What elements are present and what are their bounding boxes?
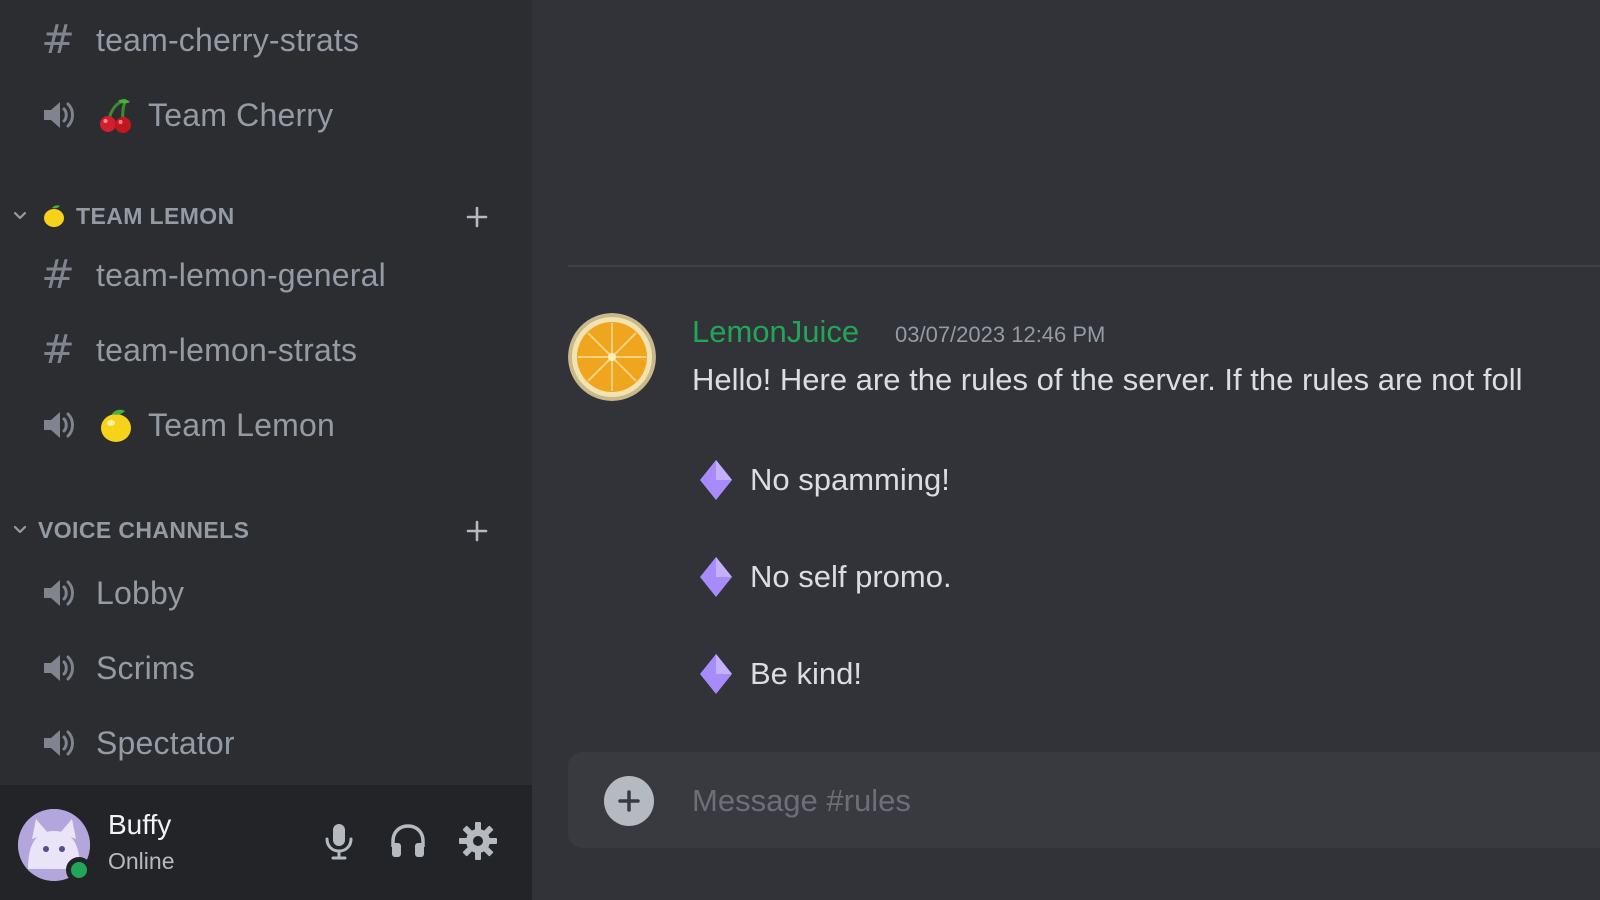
category-label: TEAM LEMON — [76, 202, 235, 229]
purple-diamond-icon — [696, 553, 736, 601]
message-timestamp: 03/07/2023 12:46 PM — [895, 322, 1106, 347]
channel-team-lemon-strats[interactable]: # team-lemon-strats — [8, 318, 520, 382]
text-channel-hash-icon: # — [41, 17, 75, 63]
speaker-icon — [38, 723, 78, 763]
cherries-emoji-icon — [96, 95, 136, 135]
message-text: Hello! Here are the rules of the server.… — [692, 362, 1523, 397]
rule-item: No spamming! — [696, 456, 950, 504]
text-channel-hash-icon: # — [41, 252, 75, 298]
message-author-avatar[interactable] — [568, 313, 656, 401]
message-divider — [568, 265, 1600, 267]
channel-team-lemon-general[interactable]: # team-lemon-general — [8, 243, 520, 307]
chevron-down-icon — [10, 206, 30, 226]
voice-channel-lobby[interactable]: Lobby — [8, 561, 520, 625]
rule-item: No self promo. — [696, 553, 952, 601]
speaker-icon — [38, 648, 78, 688]
category-team-lemon[interactable]: TEAM LEMON — [0, 196, 520, 236]
channel-name: Spectator — [96, 724, 235, 761]
speaker-icon — [38, 573, 78, 613]
purple-diamond-icon — [696, 650, 736, 698]
voice-channel-team-cherry[interactable]: Team Cherry — [8, 83, 520, 147]
rule-text: No self promo. — [750, 559, 952, 594]
speaker-icon — [38, 405, 78, 445]
rule-item: Be kind! — [696, 650, 862, 698]
message-author-name[interactable]: LemonJuice — [692, 314, 859, 350]
channel-name: Lobby — [96, 574, 185, 611]
message-composer — [568, 752, 1600, 848]
purple-diamond-icon — [696, 456, 736, 504]
online-status-dot — [66, 857, 92, 883]
voice-channel-scrims[interactable]: Scrims — [8, 636, 520, 700]
add-channel-plus-icon[interactable] — [462, 202, 492, 232]
microphone-icon[interactable] — [315, 817, 363, 865]
lemon-emoji-icon — [40, 202, 68, 230]
voice-channel-team-lemon[interactable]: Team Lemon — [8, 393, 520, 457]
user-status: Online — [108, 848, 175, 874]
channel-name: team-lemon-strats — [96, 331, 358, 368]
text-channel-hash-icon: # — [41, 327, 75, 373]
message-input[interactable] — [692, 776, 1572, 826]
rule-text: Be kind! — [750, 656, 863, 691]
channel-name: Team Lemon — [148, 406, 335, 443]
speaker-icon — [38, 95, 78, 135]
chevron-down-icon — [10, 520, 30, 540]
user-panel: Buffy Online — [0, 785, 532, 900]
category-voice-channels[interactable]: VOICE CHANNELS — [0, 510, 520, 550]
add-attachment-plus-icon[interactable] — [604, 776, 654, 826]
channel-name: team-lemon-general — [96, 256, 386, 293]
channel-name: Team Cherry — [148, 96, 334, 133]
voice-channel-spectator[interactable]: Spectator — [8, 711, 520, 775]
channel-name: team-cherry-strats — [96, 21, 360, 58]
headphones-icon[interactable] — [384, 817, 432, 865]
channel-team-cherry-strats[interactable]: # team-cherry-strats — [8, 8, 520, 72]
channel-name: Scrims — [96, 649, 195, 686]
settings-gear-icon[interactable] — [454, 817, 502, 865]
user-avatar[interactable] — [18, 809, 92, 883]
rule-text: No spamming! — [750, 462, 950, 497]
category-label: VOICE CHANNELS — [38, 516, 250, 543]
username: Buffy — [108, 809, 172, 840]
add-channel-plus-icon[interactable] — [462, 516, 492, 546]
lemon-emoji-icon — [96, 405, 136, 445]
channel-sidebar: # team-cherry-strats Team Cherry TEAM LE… — [0, 0, 532, 900]
